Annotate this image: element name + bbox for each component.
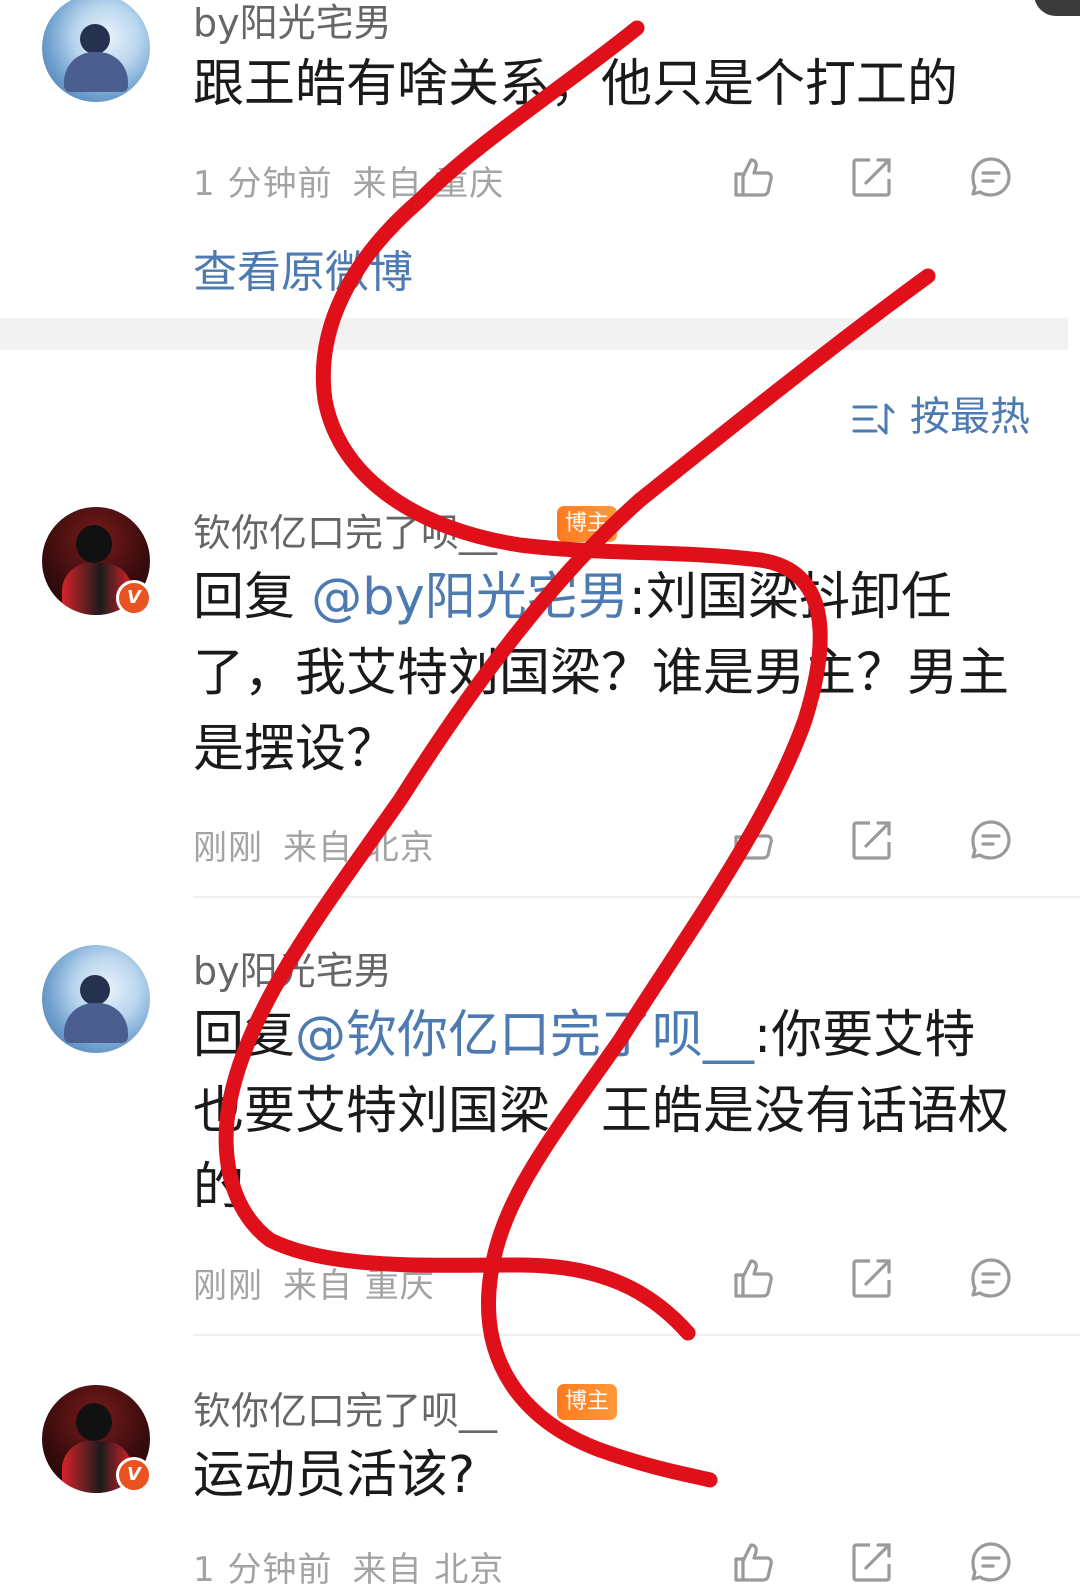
status-corner bbox=[1034, 0, 1080, 16]
like-icon[interactable] bbox=[731, 1256, 775, 1300]
like-icon[interactable] bbox=[731, 818, 775, 862]
owner-badge: 博主 bbox=[557, 506, 618, 542]
comment-time: 1 分钟前 bbox=[193, 1550, 333, 1590]
comment-username[interactable]: by阳光宅男 bbox=[193, 940, 392, 995]
share-icon[interactable] bbox=[850, 818, 894, 862]
sort-icon bbox=[852, 403, 895, 435]
comment-icon[interactable] bbox=[969, 155, 1013, 199]
owner-badge: 博主 bbox=[557, 1384, 618, 1420]
comment-time: 刚刚 bbox=[193, 1266, 263, 1306]
comment-location: 来自 重庆 bbox=[283, 1266, 435, 1306]
comment-meta: 刚刚 来自 北京 bbox=[193, 820, 435, 869]
like-icon[interactable] bbox=[731, 1540, 775, 1584]
comment-time: 刚刚 bbox=[193, 828, 263, 868]
comment-icon[interactable] bbox=[969, 1540, 1013, 1584]
item-divider bbox=[193, 1334, 1080, 1336]
comment-meta: 1 分钟前 来自 重庆 bbox=[193, 156, 504, 205]
comment-text: 跟王皓有啥关系，他只是个打工的 bbox=[193, 55, 959, 114]
comment-username[interactable]: 钦你亿口完了呗__ bbox=[193, 1380, 497, 1435]
item-divider bbox=[193, 896, 1080, 898]
like-icon[interactable] bbox=[731, 155, 775, 199]
verified-badge-icon: V bbox=[116, 1457, 152, 1493]
comment-icon[interactable] bbox=[969, 818, 1013, 862]
share-icon[interactable] bbox=[850, 155, 894, 199]
view-original-link[interactable]: 查看原微博 bbox=[193, 236, 413, 300]
comment-username[interactable]: 钦你亿口完了呗__ bbox=[193, 502, 497, 557]
verified-badge-icon: V bbox=[116, 580, 152, 616]
avatar[interactable] bbox=[42, 945, 150, 1053]
share-icon[interactable] bbox=[850, 1540, 894, 1584]
share-icon[interactable] bbox=[850, 1256, 894, 1300]
comment-text: 回复 @by阳光宅男:刘国梁抖卸任了，我艾特刘国梁？谁是男主？男主是摆设？ bbox=[193, 560, 1013, 788]
comment-icon[interactable] bbox=[969, 1256, 1013, 1300]
comment-username[interactable]: by阳光宅男 bbox=[193, 0, 392, 47]
comment-location: 来自 北京 bbox=[283, 828, 435, 868]
reply-prefix: 回复 bbox=[193, 568, 312, 627]
sort-label: 按最热 bbox=[910, 394, 1030, 440]
reply-prefix: 回复 bbox=[193, 1006, 296, 1065]
mention-link[interactable]: @钦你亿口完了呗__ bbox=[295, 1006, 754, 1065]
comment-time: 1 分钟前 bbox=[193, 164, 333, 204]
comment-location: 来自 北京 bbox=[352, 1550, 505, 1590]
comment-meta: 1 分钟前 来自 北京 bbox=[193, 1542, 504, 1591]
comment-text: 回复@钦你亿口完了呗__:你要艾特也要艾特刘国梁，王皓是没有话语权的 bbox=[193, 998, 1013, 1226]
comment-location: 来自 重庆 bbox=[352, 164, 505, 204]
avatar[interactable] bbox=[42, 0, 150, 102]
comment-meta: 刚刚 来自 重庆 bbox=[193, 1258, 435, 1307]
mention-link[interactable]: @by阳光宅男 bbox=[311, 568, 629, 627]
comment-text: 运动员活该? bbox=[193, 1446, 476, 1505]
sort-button[interactable]: 按最热 bbox=[852, 384, 1030, 442]
section-divider bbox=[0, 318, 1068, 350]
